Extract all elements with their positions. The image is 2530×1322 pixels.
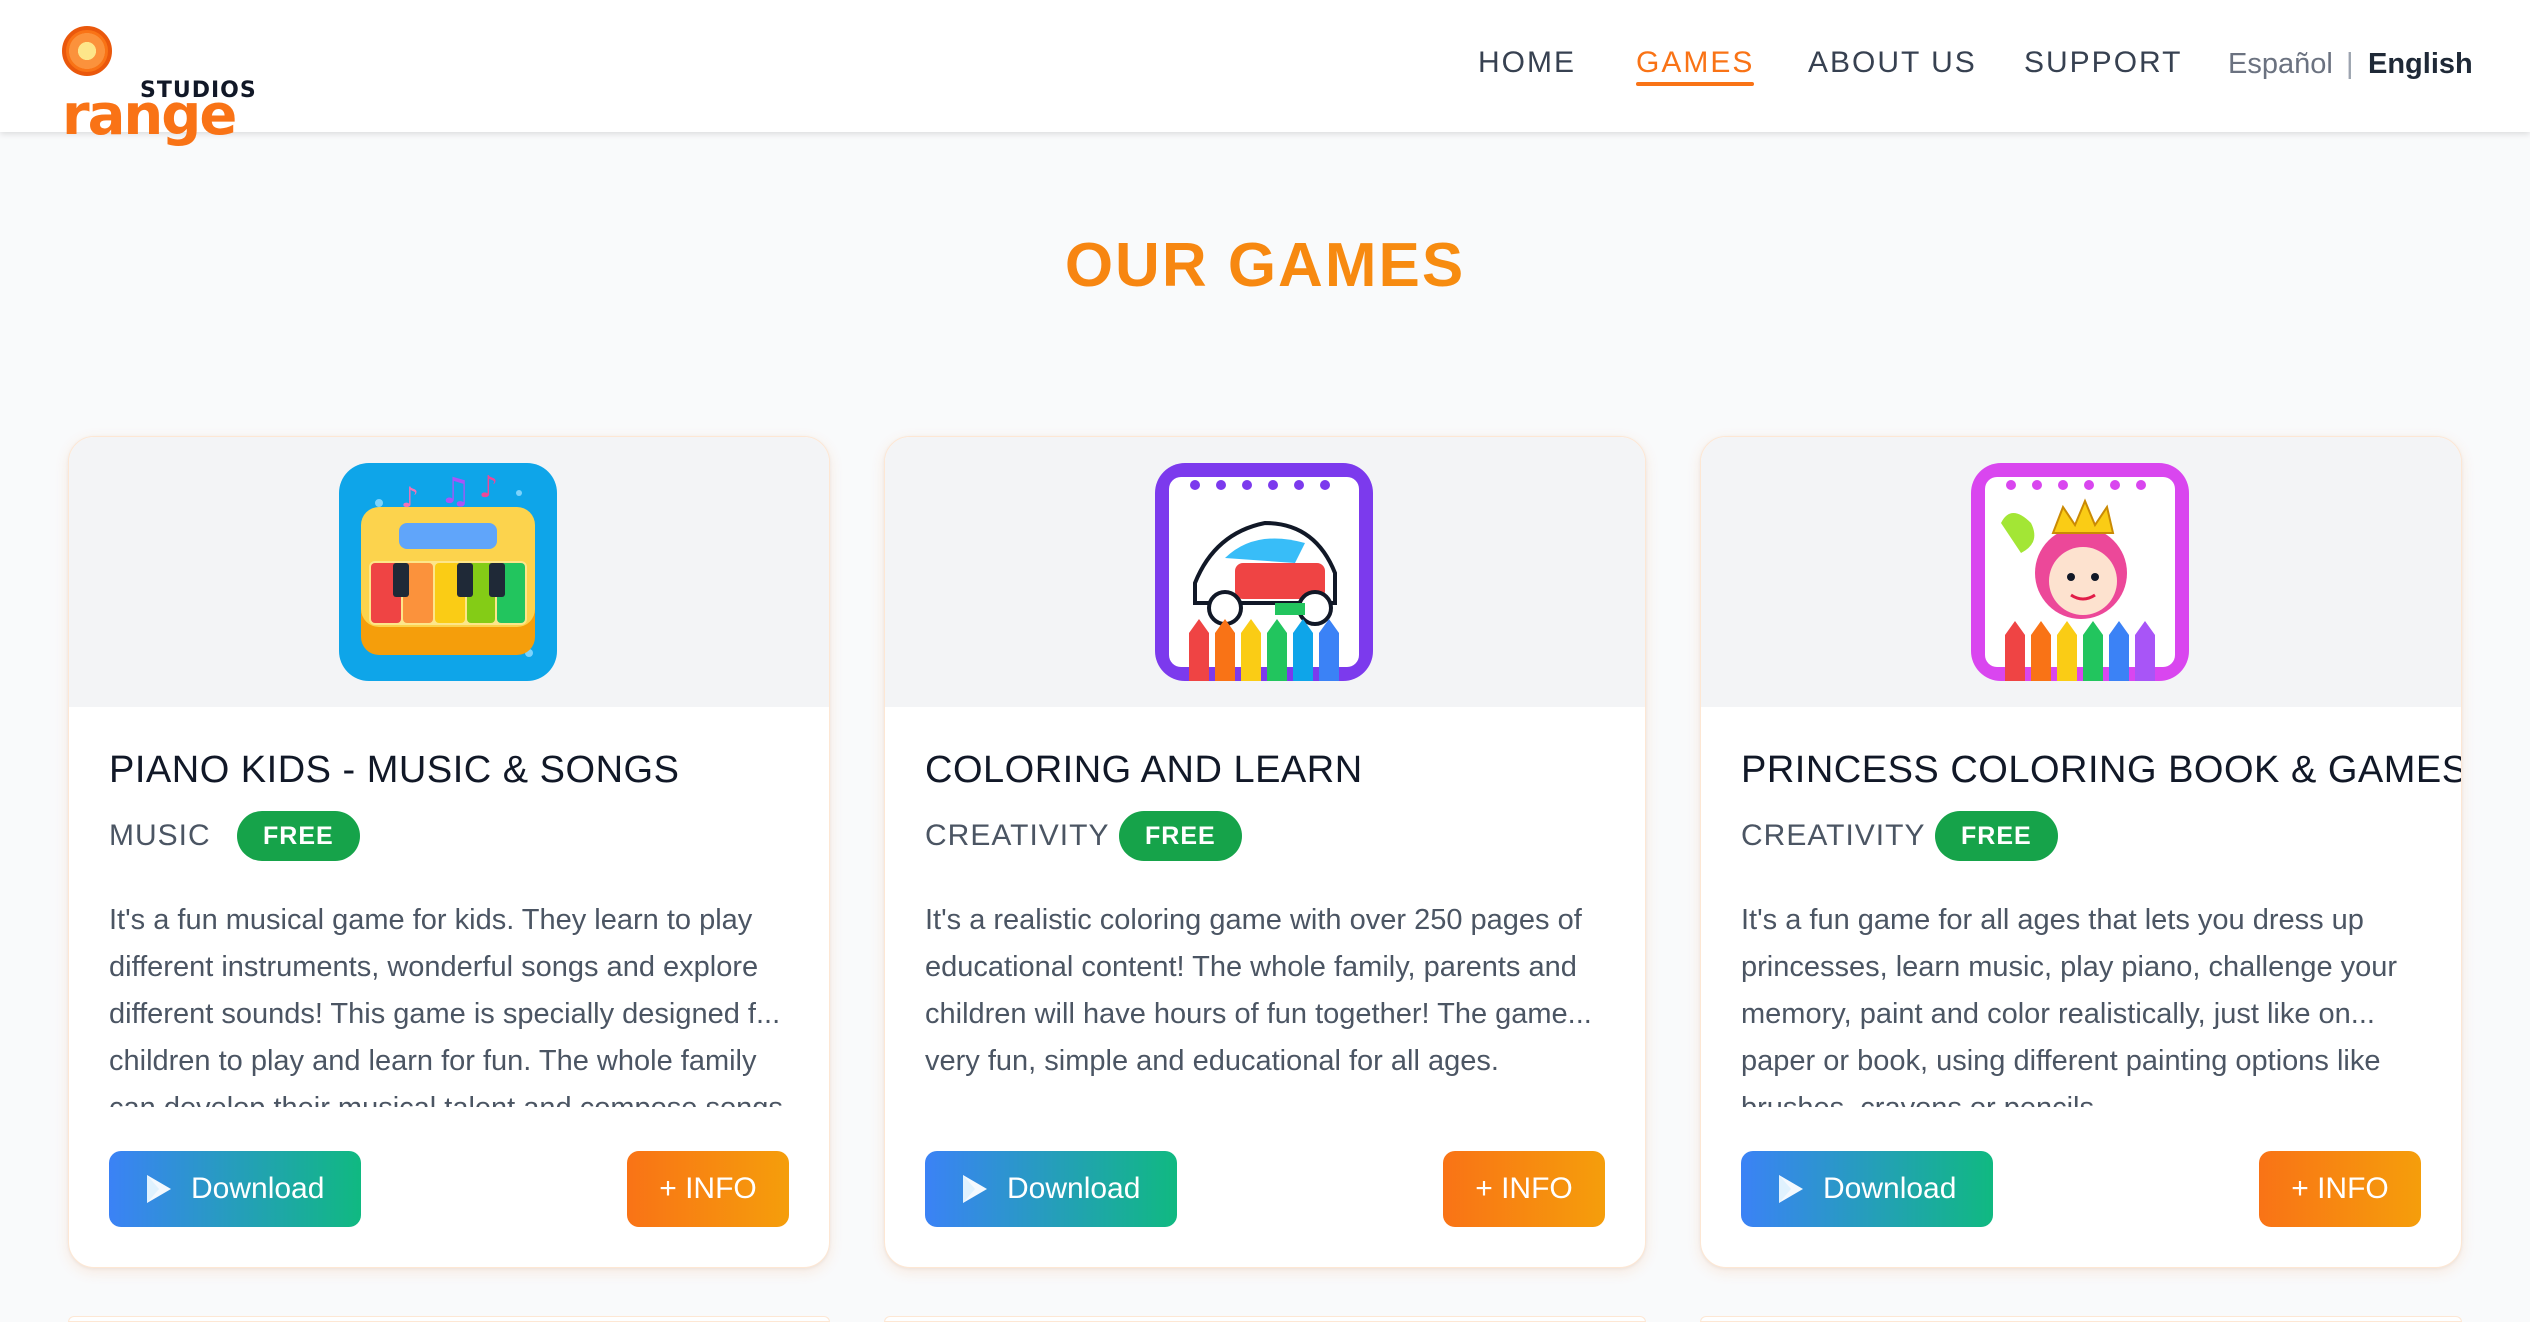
game-category: CREATIVITY (925, 819, 1110, 852)
svg-text:♪: ♪ (479, 470, 498, 505)
svg-text:♪: ♪ (401, 481, 419, 514)
game-title: PIANO KIDS - MUSIC & SONGS (109, 749, 680, 791)
card-media (885, 437, 1645, 707)
orange-slice-icon (62, 26, 112, 76)
card-media (1701, 437, 2461, 707)
google-play-icon (147, 1175, 171, 1203)
game-category: MUSIC (109, 819, 211, 852)
page-title: OUR GAMES (0, 230, 2530, 301)
site-header: range STUDIOS HOME GAMES ABOUT US SUPPOR… (0, 0, 2530, 148)
language-separator: | (2346, 48, 2354, 80)
nav-home[interactable]: HOME (1478, 46, 1576, 80)
orange-studios-logo[interactable]: range STUDIOS (62, 20, 272, 148)
game-card-coloring-and-learn: COLORING AND LEARN CREATIVITY FREE It's … (884, 436, 1646, 1268)
game-description: It's a realistic coloring game with over… (925, 904, 1592, 1077)
google-play-icon (963, 1175, 987, 1203)
card-media: ♫ ♪ ♪ (69, 437, 829, 707)
next-card-peek (1700, 1316, 2462, 1322)
next-card-peek (68, 1316, 830, 1322)
download-button[interactable]: Download (1741, 1151, 1993, 1227)
nav-games[interactable]: GAMES (1636, 46, 1755, 86)
free-badge: FREE (1119, 811, 1242, 861)
coloring-car-app-icon[interactable] (1155, 463, 1373, 681)
free-badge: FREE (237, 811, 360, 861)
language-espanol[interactable]: Español (2228, 48, 2333, 81)
more-info-button[interactable]: + INFO (1443, 1151, 1605, 1227)
download-button[interactable]: Download (109, 1151, 361, 1227)
google-play-icon (1779, 1175, 1803, 1203)
game-card-princess-coloring: PRINCESS COLORING BOOK & GAMES CREATIVIT… (1700, 436, 2462, 1268)
game-description: It's a fun musical game for kids. They l… (109, 904, 783, 1107)
nav-support[interactable]: SUPPORT (2024, 46, 2182, 80)
piano-app-icon[interactable]: ♫ ♪ ♪ (339, 463, 557, 681)
game-title: PRINCESS COLORING BOOK & GAMES (1741, 749, 2462, 791)
game-title: COLORING AND LEARN (925, 749, 1363, 791)
svg-text:♫: ♫ (439, 471, 471, 512)
game-card-piano-kids: ♫ ♪ ♪ PIANO KIDS - MUSIC & SONGS MUSIC F… (68, 436, 830, 1268)
free-badge: FREE (1935, 811, 2058, 861)
download-button[interactable]: Download (925, 1151, 1177, 1227)
more-info-button[interactable]: + INFO (2259, 1151, 2421, 1227)
princess-app-icon[interactable] (1971, 463, 2189, 681)
language-english[interactable]: English (2368, 48, 2473, 81)
nav-about-us[interactable]: ABOUT US (1808, 46, 1977, 80)
game-category: CREATIVITY (1741, 819, 1926, 852)
next-card-peek (884, 1316, 1646, 1322)
more-info-button[interactable]: + INFO (627, 1151, 789, 1227)
game-description: It's a fun game for all ages that lets y… (1741, 904, 2398, 1107)
